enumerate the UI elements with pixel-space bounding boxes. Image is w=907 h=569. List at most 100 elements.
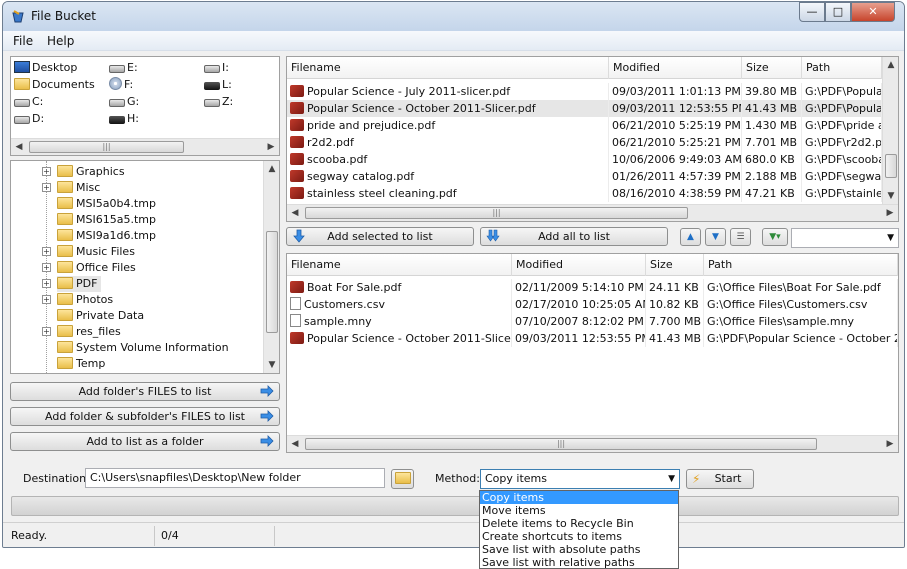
table-row[interactable]: sample.mny 07/10/2007 8:12:02 PM 7.700 M… (287, 313, 898, 330)
table-row[interactable]: Popular Science - July 2011-slicer.pdf 0… (287, 83, 882, 100)
move-down-button[interactable]: ▼ (705, 228, 726, 246)
table-row[interactable]: Customers.csv 02/17/2010 10:25:05 AM 10.… (287, 296, 898, 313)
location-drive-d[interactable]: D: (14, 111, 44, 127)
source-list-vscrollbar[interactable]: ▲ ▼ (882, 57, 898, 204)
table-row[interactable]: Popular Science - October 2011-Slicer.pd… (287, 330, 898, 347)
column-header-modified[interactable]: Modified (609, 57, 742, 79)
expand-icon[interactable]: + (42, 263, 51, 272)
table-row[interactable]: pride and prejudice.pdf 06/21/2010 5:25:… (287, 117, 882, 134)
method-option-shortcuts[interactable]: Create shortcuts to items (480, 530, 678, 543)
close-button[interactable]: ✕ (851, 2, 895, 22)
scroll-left-icon[interactable]: ◀ (287, 205, 303, 221)
tree-item-music-files[interactable]: + Music Files (11, 244, 261, 260)
method-option-copy[interactable]: Copy items (480, 491, 678, 504)
minimize-button[interactable]: — (799, 2, 825, 22)
column-header-path[interactable]: Path (704, 254, 898, 276)
scroll-thumb[interactable] (266, 231, 278, 333)
tree-item-office-files[interactable]: + Office Files (11, 260, 261, 276)
scroll-thumb[interactable]: ||| (305, 207, 688, 219)
tree-item-private-data[interactable]: Private Data (11, 308, 261, 324)
column-header-size[interactable]: Size (742, 57, 802, 79)
table-row[interactable]: r2d2.pdf 06/21/2010 5:25:21 PM 7.701 MB … (287, 134, 882, 151)
table-row-selected[interactable]: Popular Science - October 2011-Slicer.pd… (287, 100, 882, 117)
tree-item-temp[interactable]: Temp (11, 356, 261, 372)
table-row[interactable]: stainless steel cleaning.pdf 08/16/2010 … (287, 185, 882, 202)
scroll-thumb[interactable] (885, 154, 897, 178)
location-desktop[interactable]: Desktop (14, 60, 77, 76)
add-folder-subfolder-files-button[interactable]: Add folder & subfolder's FILES to list (10, 407, 280, 426)
progress-bar (11, 496, 899, 516)
location-drive-z[interactable]: Z: (204, 94, 233, 110)
maximize-button[interactable]: □ (825, 2, 851, 22)
method-option-recycle[interactable]: Delete items to Recycle Bin (480, 517, 678, 530)
browse-destination-button[interactable] (391, 469, 414, 489)
expand-icon[interactable]: + (42, 327, 51, 336)
expand-icon[interactable]: + (42, 183, 51, 192)
method-option-relative[interactable]: Save list with relative paths (480, 556, 678, 569)
expand-icon[interactable]: + (42, 279, 51, 288)
location-drive-e[interactable]: E: (109, 60, 138, 76)
location-drive-i[interactable]: I: (204, 60, 229, 76)
cell-size: 7.701 MB (742, 134, 802, 151)
expand-icon[interactable]: + (42, 247, 51, 256)
scroll-left-icon[interactable]: ◀ (11, 139, 27, 155)
add-as-folder-button[interactable]: Add to list as a folder (10, 432, 280, 451)
scroll-up-icon[interactable]: ▲ (883, 57, 898, 73)
location-drive-g[interactable]: G: (109, 94, 139, 110)
tree-item-photos[interactable]: + Photos (11, 292, 261, 308)
scroll-thumb[interactable]: ||| (305, 438, 817, 450)
folder-tree-vscrollbar[interactable]: ▲ ▼ (263, 161, 279, 373)
tree-item-msi5a0b4[interactable]: MSI5a0b4.tmp (11, 196, 261, 212)
location-drive-l[interactable]: L: (204, 77, 232, 93)
method-option-move[interactable]: Move items (480, 504, 678, 517)
source-list-hscrollbar[interactable]: ◀ ||| ▶ (287, 204, 898, 221)
column-header-filename[interactable]: Filename (287, 254, 512, 276)
table-row[interactable]: segway catalog.pdf 01/26/2011 4:57:39 PM… (287, 168, 882, 185)
column-header-modified[interactable]: Modified (512, 254, 646, 276)
filter-button[interactable]: ▼▾ (762, 228, 788, 246)
scroll-right-icon[interactable]: ▶ (882, 436, 898, 452)
scroll-down-icon[interactable]: ▼ (883, 188, 898, 204)
scroll-thumb[interactable]: ||| (29, 141, 184, 153)
column-header-filename[interactable]: Filename (287, 57, 609, 79)
tree-item-system-volume-information[interactable]: System Volume Information (11, 340, 261, 356)
menu-help[interactable]: Help (47, 34, 74, 48)
locations-hscrollbar[interactable]: ◀ ||| ▶ (11, 138, 279, 155)
scroll-down-icon[interactable]: ▼ (264, 357, 279, 373)
tree-item-pdf[interactable]: + PDF (11, 276, 261, 292)
tree-item-misc[interactable]: + Misc (11, 180, 261, 196)
add-selected-button[interactable]: Add selected to list (286, 227, 474, 246)
expand-icon[interactable]: + (42, 167, 51, 176)
scroll-left-icon[interactable]: ◀ (287, 436, 303, 452)
filter-dropdown[interactable]: ▼ (791, 228, 899, 248)
tree-item-res-files[interactable]: + res_files (11, 324, 261, 340)
table-row[interactable]: scooba.pdf 10/06/2006 9:49:03 AM 680.0 K… (287, 151, 882, 168)
tree-item-msi615a5[interactable]: MSI615a5.tmp (11, 212, 261, 228)
expand-icon[interactable]: + (42, 295, 51, 304)
table-row[interactable]: Boat For Sale.pdf 02/11/2009 5:14:10 PM … (287, 279, 898, 296)
scroll-right-icon[interactable]: ▶ (882, 205, 898, 221)
dark-drive-icon (109, 116, 125, 124)
method-select[interactable]: Copy items ▼ (480, 469, 680, 489)
start-button[interactable]: ⚡ Start (686, 469, 754, 489)
tree-item-graphics[interactable]: + Graphics (11, 164, 261, 180)
column-header-size[interactable]: Size (646, 254, 704, 276)
tree-item-msi9a1d6[interactable]: MSI9a1d6.tmp (11, 228, 261, 244)
add-folder-files-button[interactable]: Add folder's FILES to list (10, 382, 280, 401)
location-drive-c[interactable]: C: (14, 94, 43, 110)
move-up-button[interactable]: ▲ (680, 228, 701, 246)
scroll-right-icon[interactable]: ▶ (263, 139, 279, 155)
destination-field[interactable]: C:\Users\snapfiles\Desktop\New folder (85, 468, 385, 488)
bucket-list-hscrollbar[interactable]: ◀ ||| ▶ (287, 435, 898, 452)
location-drive-f[interactable]: F: (109, 77, 133, 93)
menu-file[interactable]: File (13, 34, 33, 48)
method-option-absolute[interactable]: Save list with absolute paths (480, 543, 678, 556)
filter-icon: ▼▾ (769, 232, 781, 242)
location-documents[interactable]: Documents (14, 77, 95, 93)
view-list-button[interactable]: ☰ (730, 228, 751, 246)
folder-icon (57, 165, 73, 177)
scroll-up-icon[interactable]: ▲ (264, 161, 279, 177)
add-all-button[interactable]: Add all to list (480, 227, 668, 246)
location-drive-h[interactable]: H: (109, 111, 139, 127)
column-header-path[interactable]: Path (802, 57, 882, 79)
